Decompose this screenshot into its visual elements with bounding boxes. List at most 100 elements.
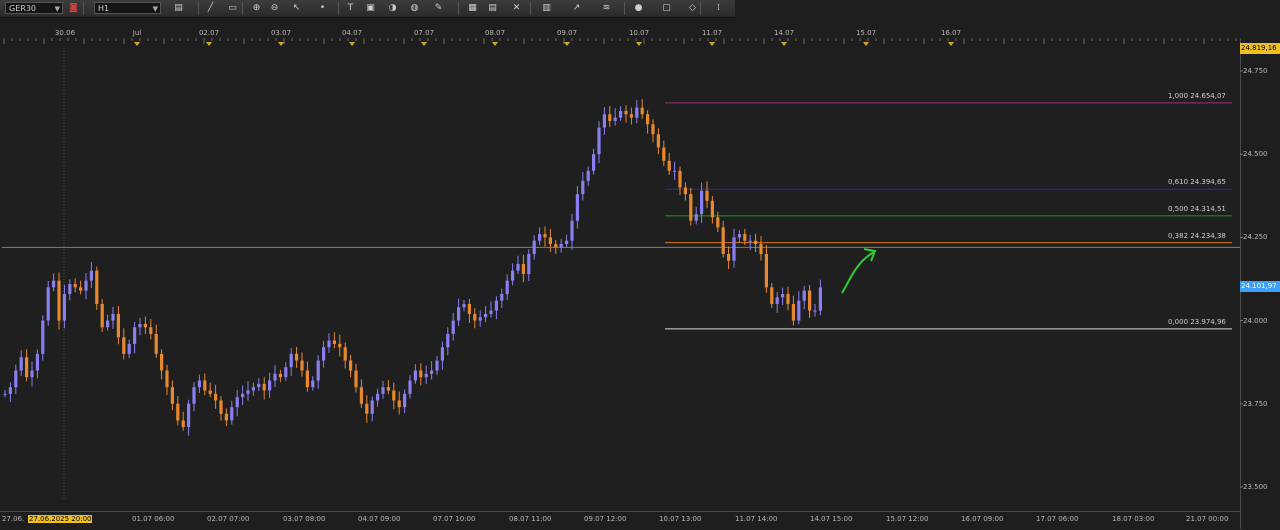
candle-body: [8, 387, 12, 394]
candle-body: [208, 390, 212, 394]
candle-body: [176, 403, 180, 421]
candle-body: [565, 240, 569, 245]
session-marker: [948, 42, 954, 46]
bottom-date-label: 01.07 06:00: [132, 515, 175, 523]
candle-body: [781, 293, 785, 298]
candle-body: [543, 234, 547, 238]
candlestick-chart: [2, 38, 1243, 499]
session-marker: [636, 42, 642, 46]
candle-body: [624, 110, 628, 115]
session-marker: [863, 42, 869, 46]
bottom-date-label: 07.07 10:00: [433, 515, 476, 523]
candle-body: [300, 360, 304, 371]
candle-body: [413, 370, 417, 381]
candle-body: [349, 360, 353, 371]
candle-body: [403, 393, 407, 408]
candle-body: [505, 280, 509, 294]
candle-body: [122, 337, 126, 354]
candle-body: [57, 280, 61, 321]
price-label: 23.750: [1243, 399, 1268, 408]
candle-body: [592, 154, 596, 171]
candle-body: [35, 353, 39, 371]
price-label: 24.500: [1243, 150, 1268, 159]
bottom-date-label: 08.07 11:00: [509, 515, 552, 523]
candle-body: [181, 420, 185, 428]
fib-level-label: 0,610 24.394,65: [1168, 178, 1226, 187]
candle-body: [759, 244, 763, 255]
candle-body: [538, 234, 542, 241]
candle-body: [419, 370, 423, 378]
candle-body: [613, 117, 617, 121]
session-marker: [781, 42, 787, 46]
candle-body: [392, 390, 396, 401]
price-badge-top: 24.819,16: [1240, 43, 1280, 54]
candle-body: [52, 280, 56, 288]
candle-body: [629, 114, 633, 118]
candle-body: [332, 340, 336, 344]
fib-level-label: 1,000 24.654,07: [1168, 91, 1226, 100]
candle-body: [197, 380, 201, 388]
candle-body: [316, 360, 320, 381]
candle-body: [68, 283, 72, 294]
candle-body: [268, 380, 272, 391]
candle-body: [559, 244, 563, 248]
candle-body: [602, 114, 606, 128]
candle-body: [424, 373, 428, 378]
candle-body: [30, 370, 34, 378]
candle-body: [446, 333, 450, 348]
candle-body: [14, 370, 18, 388]
candle-body: [489, 310, 493, 314]
candle-body: [235, 397, 239, 408]
candle-body: [554, 244, 558, 248]
price-label: 24.250: [1243, 233, 1268, 242]
candle-body: [262, 383, 266, 391]
candle-body: [133, 327, 137, 344]
bottom-date-label: 21.07 00:00: [1186, 515, 1229, 523]
candle-body: [570, 220, 574, 241]
candle-body: [359, 387, 363, 404]
candle-body: [46, 287, 50, 321]
candle-body: [19, 357, 23, 371]
candle-body: [111, 313, 115, 321]
candle-body: [170, 387, 174, 404]
bottom-date-label: 03.07 08:00: [283, 515, 326, 523]
current-price-badge: 24.101,97: [1240, 281, 1280, 292]
candle-body: [203, 380, 207, 391]
candle-body: [230, 407, 234, 421]
candle-body: [656, 134, 660, 148]
candle-body: [716, 217, 720, 228]
candle-body: [376, 393, 380, 401]
candle-body: [127, 343, 131, 354]
candle-body: [3, 393, 7, 395]
bottom-date-label: 11.07 14:00: [735, 515, 778, 523]
candle-body: [89, 270, 93, 281]
candle-body: [214, 393, 218, 401]
candle-body: [494, 300, 498, 311]
candle-body: [397, 400, 401, 408]
candle-body: [143, 323, 147, 328]
candle-body: [586, 170, 590, 181]
candle-body: [764, 254, 768, 288]
session-marker: [421, 42, 427, 46]
candle-body: [786, 293, 790, 304]
candle-body: [651, 124, 655, 135]
candle-body: [619, 110, 623, 118]
session-marker: [564, 42, 570, 46]
candle-body: [408, 380, 412, 394]
candle-body: [62, 293, 66, 321]
candle-body: [322, 347, 326, 361]
bottom-date-label: 02.07 07:00: [207, 515, 250, 523]
candle-body: [73, 283, 77, 288]
candle-body: [219, 400, 223, 414]
candle-body: [354, 370, 358, 388]
candle-body: [640, 107, 644, 115]
bottom-date-label: 10.07 13:00: [659, 515, 702, 523]
candle-body: [343, 347, 347, 361]
candle-body: [381, 387, 385, 394]
candle-body: [192, 387, 196, 404]
candle-body: [79, 287, 83, 291]
candle-body: [532, 240, 536, 255]
candle-body: [278, 373, 282, 378]
candle-body: [808, 290, 812, 311]
candle-body: [41, 320, 45, 354]
